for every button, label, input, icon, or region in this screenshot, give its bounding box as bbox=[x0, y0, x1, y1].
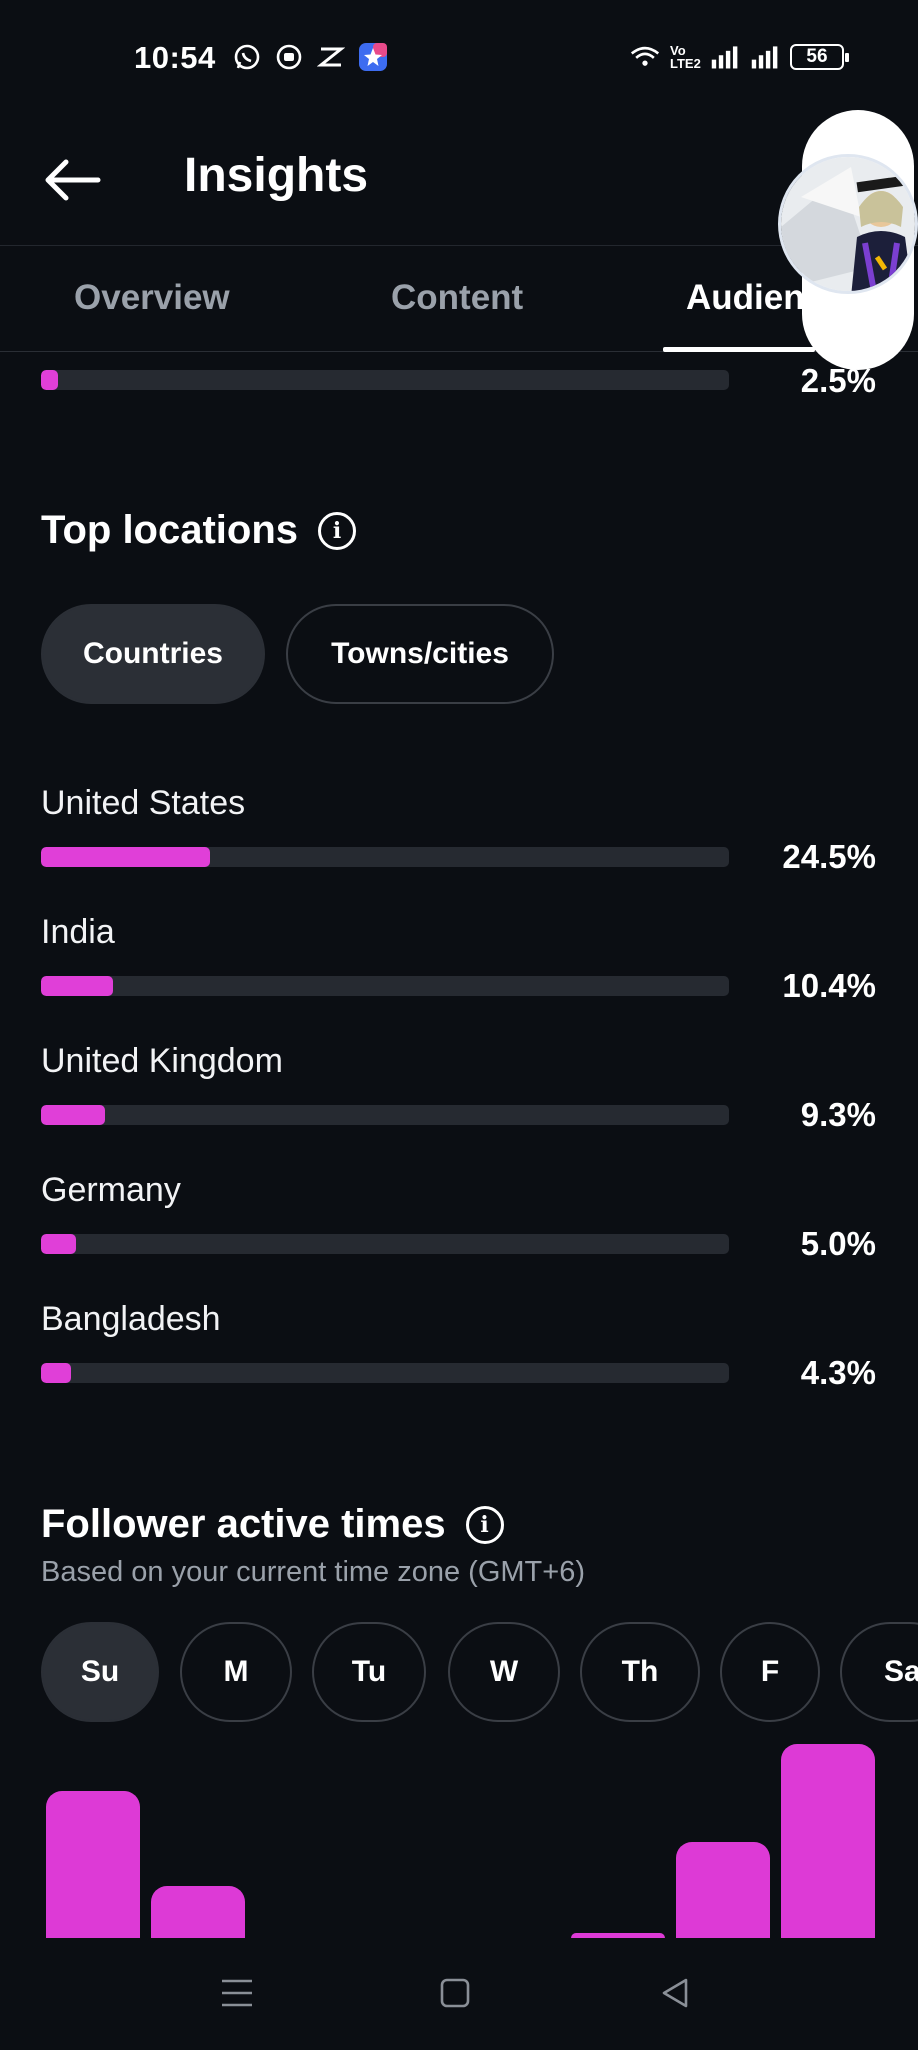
location-bar-track bbox=[41, 976, 729, 996]
notification-icons bbox=[232, 42, 388, 72]
volte-icon: Vo LTE2 bbox=[670, 43, 701, 71]
whatsapp-icon bbox=[232, 42, 262, 72]
floating-profile-bubble[interactable] bbox=[778, 100, 918, 370]
location-percent: 10.4% bbox=[782, 967, 876, 1004]
day-sunday[interactable]: Su bbox=[41, 1622, 159, 1722]
location-bar-fill bbox=[41, 1363, 71, 1383]
system-icons: Vo LTE2 56 bbox=[630, 42, 849, 72]
time-zone-note: Based on your current time zone (GMT+6) bbox=[41, 1556, 585, 1588]
chart-bar bbox=[781, 1744, 875, 1938]
day-monday[interactable]: M bbox=[180, 1622, 292, 1722]
location-name: United Kingdom bbox=[41, 1042, 283, 1080]
filter-towns-cities[interactable]: Towns/cities bbox=[286, 604, 554, 704]
system-nav-bar bbox=[0, 1938, 918, 2050]
active-times-label: Follower active times bbox=[41, 1502, 446, 1546]
day-thursday[interactable]: Th bbox=[580, 1622, 700, 1722]
day-saturday[interactable]: Sa bbox=[840, 1622, 918, 1722]
day-friday[interactable]: F bbox=[720, 1622, 820, 1722]
location-bar-fill bbox=[41, 1105, 105, 1125]
active-tab-indicator bbox=[663, 347, 815, 352]
avatar bbox=[778, 154, 918, 294]
location-bar-track bbox=[41, 1105, 729, 1125]
messenger-icon bbox=[274, 42, 304, 72]
active-times-title: Follower active times i bbox=[41, 1502, 504, 1547]
location-bar-track bbox=[41, 847, 729, 867]
page-title: Insights bbox=[184, 149, 369, 202]
tab-overview[interactable]: Overview bbox=[74, 278, 230, 318]
prev-progress-track bbox=[41, 370, 729, 390]
menu-icon[interactable] bbox=[212, 1968, 262, 2018]
arrow-left-icon bbox=[45, 159, 101, 201]
back-triangle-icon[interactable] bbox=[650, 1968, 700, 2018]
signal-1-icon bbox=[710, 42, 740, 72]
day-wednesday[interactable]: W bbox=[448, 1622, 560, 1722]
signal-2-icon bbox=[750, 42, 780, 72]
location-name: India bbox=[41, 913, 115, 951]
network-label: Vo LTE2 bbox=[670, 43, 701, 71]
tab-content[interactable]: Content bbox=[391, 278, 523, 318]
active-times-chart bbox=[0, 1740, 918, 1938]
location-name: Germany bbox=[41, 1171, 181, 1209]
chart-bar bbox=[676, 1842, 770, 1938]
prev-progress-fill bbox=[41, 370, 58, 390]
top-locations-label: Top locations bbox=[41, 508, 299, 552]
status-time: 10:54 bbox=[134, 40, 216, 75]
info-icon[interactable]: i bbox=[318, 511, 357, 550]
location-bar-track bbox=[41, 1234, 729, 1254]
app-star-icon bbox=[358, 42, 388, 72]
info-icon[interactable]: i bbox=[465, 1505, 504, 1544]
location-bar-fill bbox=[41, 1234, 76, 1254]
location-bar-track bbox=[41, 1363, 729, 1383]
capcut-icon bbox=[316, 42, 346, 72]
day-tuesday[interactable]: Tu bbox=[312, 1622, 426, 1722]
top-locations-title: Top locations i bbox=[41, 508, 357, 553]
home-square-icon[interactable] bbox=[430, 1968, 480, 2018]
wifi-icon bbox=[630, 42, 660, 72]
chart-bar bbox=[46, 1791, 140, 1938]
location-percent: 4.3% bbox=[800, 1354, 876, 1391]
filter-countries[interactable]: Countries bbox=[41, 604, 265, 704]
prev-percent: 2.5% bbox=[800, 362, 876, 399]
location-percent: 9.3% bbox=[800, 1096, 876, 1133]
battery-level: 56 bbox=[806, 46, 828, 67]
chart-bar bbox=[151, 1886, 245, 1938]
location-percent: 5.0% bbox=[800, 1225, 876, 1262]
battery-icon: 56 bbox=[790, 44, 849, 70]
location-bar-fill bbox=[41, 847, 210, 867]
back-button[interactable] bbox=[40, 152, 104, 208]
location-percent: 24.5% bbox=[782, 838, 876, 875]
location-name: Bangladesh bbox=[41, 1300, 221, 1338]
location-bar-fill bbox=[41, 976, 113, 996]
location-name: United States bbox=[41, 784, 246, 822]
